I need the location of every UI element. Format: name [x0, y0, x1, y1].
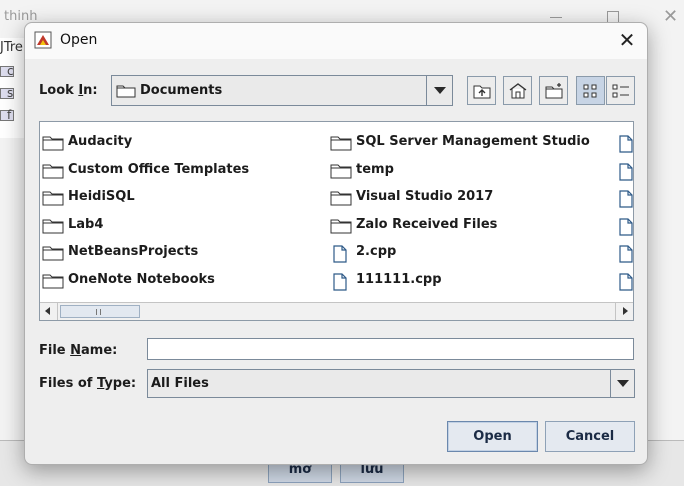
- file-list-item-label: temp: [356, 161, 394, 177]
- chevron-down-icon: [617, 380, 629, 387]
- close-icon: ✕: [618, 28, 636, 52]
- tree-node-label: s: [7, 86, 14, 100]
- file-icon: [618, 162, 633, 185]
- folder-icon: [42, 190, 64, 210]
- file-list-item-label: Visual Studio 2017: [356, 189, 494, 205]
- file-list-item-label: Zalo Received Files: [356, 216, 498, 232]
- arrow-right-icon: [623, 307, 628, 315]
- file-icon: [618, 273, 633, 295]
- file-list-item-label: Custom Office Templates: [68, 161, 250, 177]
- close-icon[interactable]: ✕: [663, 6, 678, 27]
- look-in-value: Documents: [140, 83, 223, 98]
- folder-icon: [42, 135, 64, 155]
- file-list-item-label: NetBeansProjects: [68, 244, 199, 260]
- look-in-combobox[interactable]: Documents: [111, 75, 453, 106]
- horizontal-scrollbar[interactable]: [40, 302, 633, 320]
- open-dialog: Open ✕ Look In: Documents Audacity Custo…: [24, 22, 648, 465]
- scroll-right-button[interactable]: [615, 303, 633, 320]
- folder-icon: [116, 85, 136, 98]
- file-list-item-label: Lab4: [68, 216, 104, 232]
- folder-icon: [330, 218, 352, 238]
- grip-icon: [96, 309, 101, 315]
- chevron-down-icon: [434, 87, 446, 94]
- folder-icon: [330, 163, 352, 183]
- file-list-item-label: 2.cpp: [356, 244, 397, 260]
- details-view-button[interactable]: [606, 76, 635, 105]
- tree-node-label: f: [7, 108, 12, 122]
- file-icon: [618, 218, 633, 240]
- dialog-title: Open: [60, 32, 98, 48]
- file-list-item-label: HeidiSQL: [68, 189, 135, 205]
- files-of-type-combobox[interactable]: All Files: [147, 369, 635, 398]
- arrow-left-icon: [45, 307, 50, 315]
- file-icon: [618, 245, 633, 267]
- folder-icon: [42, 273, 64, 293]
- file-name-label: File Name:: [39, 343, 118, 358]
- folder-up-icon: [473, 85, 491, 99]
- java-app-icon: [34, 31, 52, 49]
- file-name-input[interactable]: [147, 338, 634, 360]
- background-tree-label: JTre: [0, 40, 23, 55]
- tree-node-label: c: [7, 64, 14, 78]
- home-button[interactable]: [503, 76, 532, 105]
- files-of-type-label: Files of Type:: [39, 376, 137, 391]
- scrollbar-thumb[interactable]: [60, 305, 140, 318]
- file-icon: [618, 135, 633, 157]
- look-in-dropdown-arrow[interactable]: [426, 76, 452, 105]
- file-icon: [618, 190, 633, 212]
- folder-icon: [330, 135, 352, 155]
- list-view-button[interactable]: [576, 76, 605, 105]
- new-folder-icon: [545, 83, 563, 99]
- folder-icon: [42, 245, 64, 265]
- file-list-item-label: Audacity: [68, 134, 133, 149]
- scroll-left-button[interactable]: [40, 303, 58, 320]
- details-view-icon: [612, 84, 629, 98]
- file-icon: [332, 245, 348, 267]
- close-button[interactable]: ✕: [614, 28, 640, 54]
- file-list-item-label: SQL Server Management Studio: [356, 134, 590, 149]
- file-icon: [332, 273, 348, 295]
- files-of-type-dropdown-arrow[interactable]: [610, 370, 634, 397]
- folder-icon: [42, 163, 64, 183]
- folder-icon: [42, 218, 64, 238]
- open-button[interactable]: Open: [447, 421, 538, 452]
- home-icon: [509, 83, 527, 99]
- folder-icon: [330, 190, 352, 210]
- files-of-type-value: All Files: [151, 376, 209, 391]
- dialog-titlebar[interactable]: Open ✕: [25, 23, 647, 59]
- cancel-button[interactable]: Cancel: [545, 421, 635, 452]
- file-list[interactable]: Audacity Custom Office Templates HeidiSQL L…: [39, 121, 634, 321]
- file-list-item-label: 111111.cpp: [356, 272, 442, 287]
- list-view-icon: [583, 84, 597, 98]
- look-in-label: Look In:: [39, 83, 98, 98]
- file-list-item-label: OneNote Notebooks: [68, 272, 215, 287]
- create-new-folder-button[interactable]: [539, 76, 568, 105]
- up-one-level-button[interactable]: [467, 76, 496, 105]
- minimize-icon[interactable]: [550, 17, 562, 18]
